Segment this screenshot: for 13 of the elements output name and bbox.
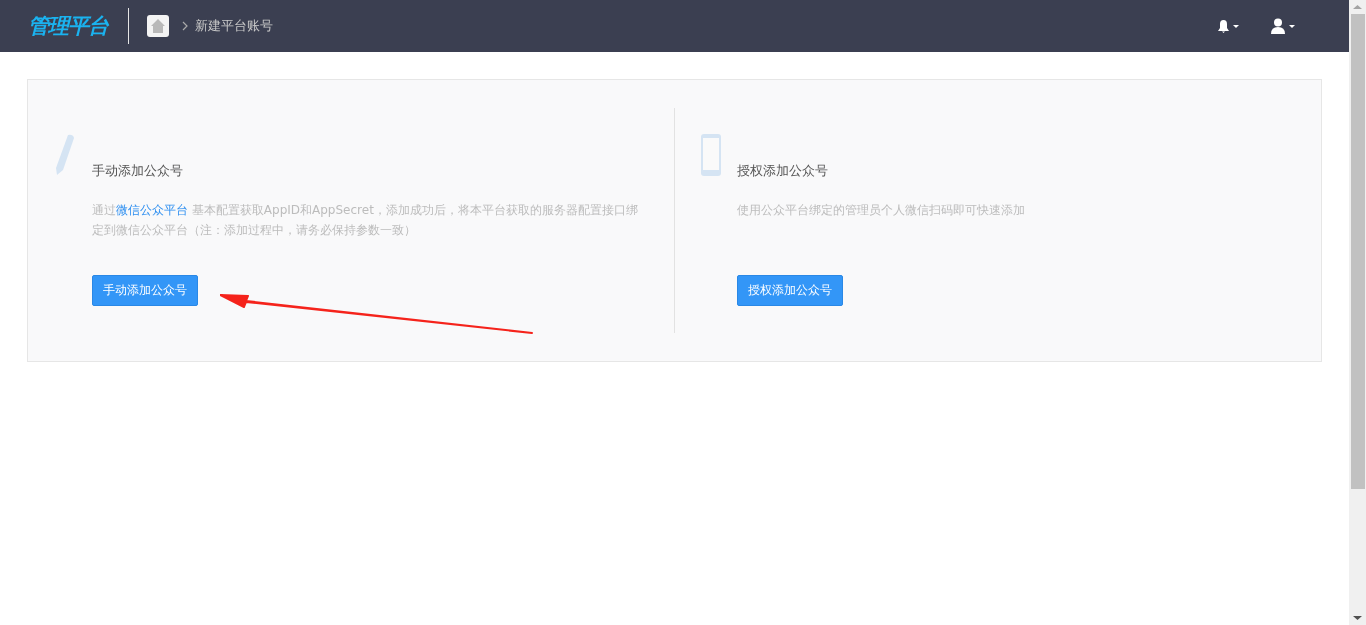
phone-icon bbox=[701, 134, 721, 176]
user-menu-button[interactable] bbox=[1271, 18, 1297, 34]
logo[interactable]: 管理平台 bbox=[28, 12, 108, 40]
option-title: 授权添加公众号 bbox=[737, 162, 829, 180]
option-title: 手动添加公众号 bbox=[92, 162, 184, 180]
pencil-icon bbox=[54, 134, 76, 176]
notifications-button[interactable] bbox=[1217, 19, 1241, 33]
wechat-platform-link[interactable]: 微信公众平台 bbox=[116, 203, 188, 217]
breadcrumb-item[interactable]: 新建平台账号 bbox=[195, 17, 273, 35]
chevron-icon bbox=[182, 21, 188, 31]
manual-add-button[interactable]: 手动添加公众号 bbox=[92, 275, 198, 306]
scrollbar[interactable] bbox=[1349, 0, 1366, 625]
authorize-add-button[interactable]: 授权添加公众号 bbox=[737, 275, 843, 306]
